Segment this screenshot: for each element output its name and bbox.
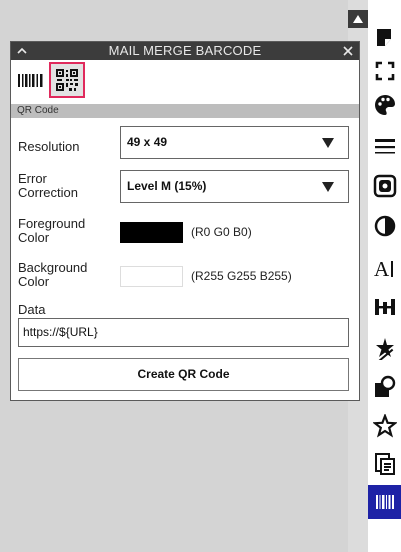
background-color-label: Background Color [18,260,88,289]
right-toolbar: A [368,0,401,552]
resolution-value: 49 x 49 [127,135,168,149]
foreground-color-swatch[interactable] [120,222,183,243]
barcode-icon[interactable] [368,485,401,519]
mail-merge-barcode-panel: MAIL MERGE BARCODE QR Code Resolution 49… [10,41,360,401]
qr-code-icon [56,69,78,91]
document-icon[interactable] [371,24,399,52]
scroll-up-button[interactable] [348,10,368,28]
align-icon[interactable] [371,293,399,321]
qr-code-button[interactable] [49,62,85,98]
svg-text:A: A [374,257,390,280]
dropdown-arrow-icon [322,182,334,192]
foreground-color-label: Foreground Color [18,216,86,245]
panel-titlebar: MAIL MERGE BARCODE [11,42,359,60]
linear-barcode-icon [18,74,43,87]
linear-barcode-button[interactable] [13,62,49,98]
background-rgb-text: (R255 G255 B255) [191,269,292,283]
create-qr-code-button[interactable]: Create QR Code [18,358,349,391]
panel-title: MAIL MERGE BARCODE [108,43,262,58]
image-frame-icon[interactable] [371,172,399,200]
star-outline-icon[interactable] [371,412,399,440]
shape-fill-icon[interactable] [371,373,399,401]
resolution-select[interactable]: 49 x 49 [120,126,349,159]
crop-marks-icon[interactable] [371,57,399,85]
resolution-label: Resolution [18,139,80,154]
background-color-swatch[interactable] [120,266,183,287]
palette-icon[interactable] [371,91,399,119]
section-label: QR Code [11,104,359,118]
barcode-type-selector [11,60,359,100]
data-label: Data [18,302,46,317]
foreground-rgb-text: (R0 G0 B0) [191,225,252,239]
text-icon[interactable]: A [371,254,399,282]
error-correction-label: Error Correction [18,171,78,200]
error-correction-value: Level M (15%) [127,179,207,193]
effects-star-icon[interactable] [371,334,399,362]
data-input[interactable]: https://${URL} [18,318,349,347]
dropdown-arrow-icon [322,138,334,148]
line-styles-icon[interactable] [371,133,399,161]
clipboard-document-icon[interactable] [371,450,399,478]
contrast-icon[interactable] [371,212,399,240]
close-icon[interactable] [341,42,355,60]
error-correction-select[interactable]: Level M (15%) [120,170,349,203]
